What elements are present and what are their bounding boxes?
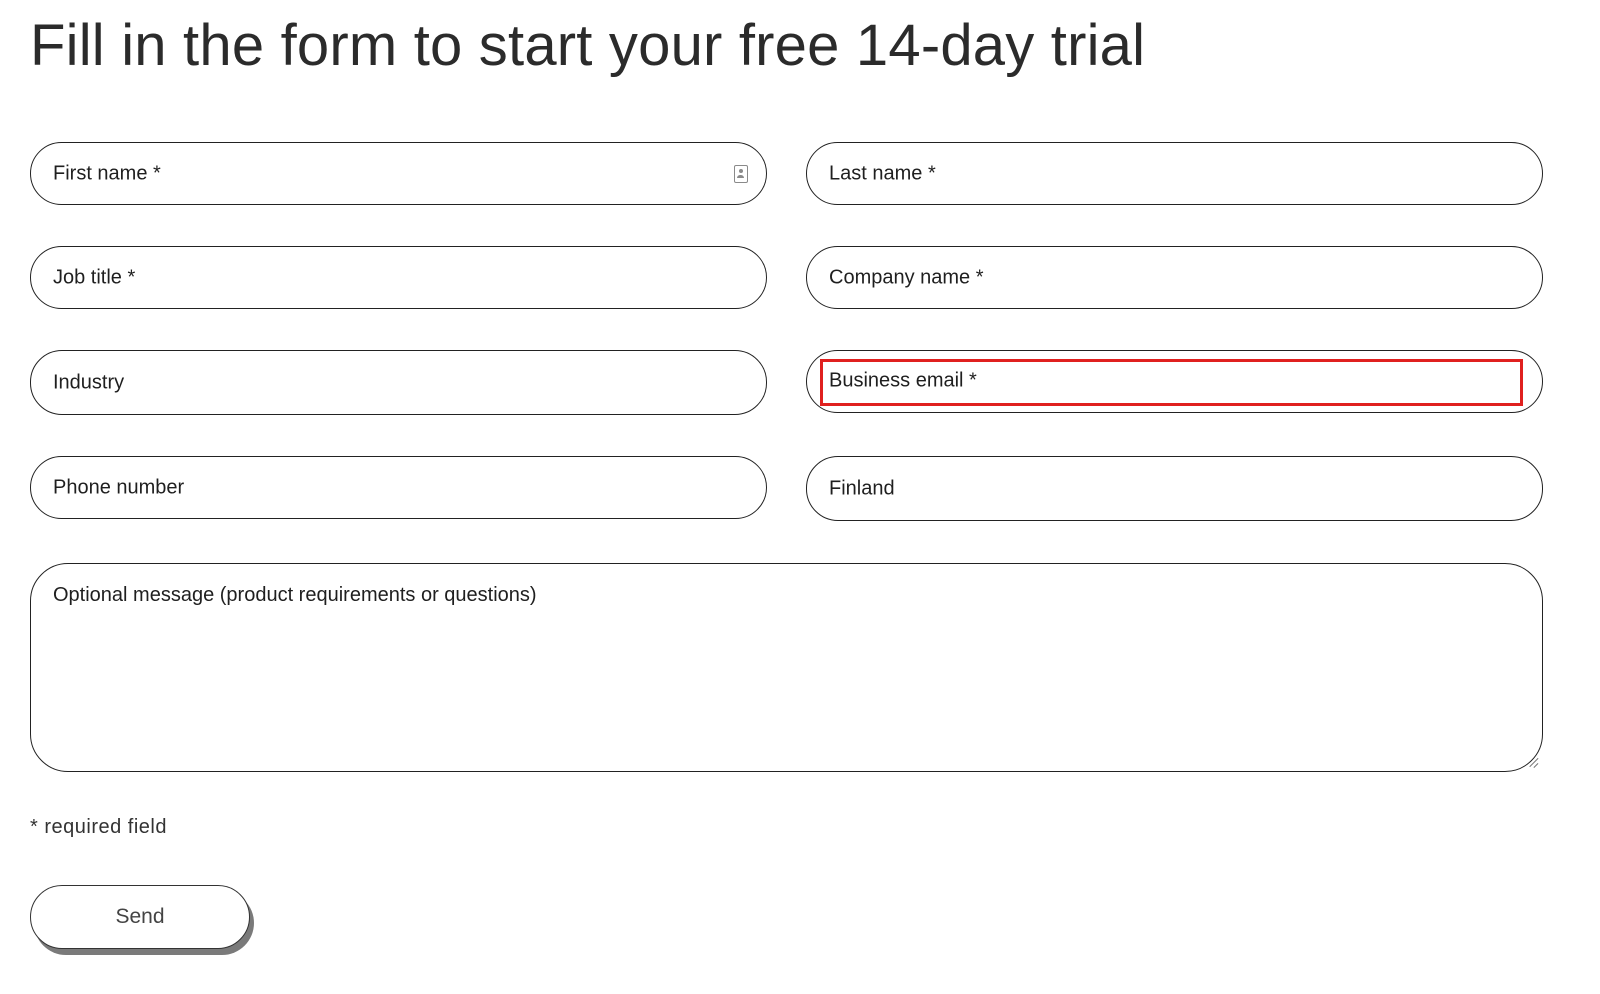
message-textarea[interactable]: Optional message (product requirements o…: [30, 563, 1543, 772]
job-title-field[interactable]: Job title *: [30, 246, 767, 309]
first-name-placeholder: First name *: [53, 162, 161, 184]
message-placeholder: Optional message (product requirements o…: [53, 584, 537, 606]
company-name-placeholder: Company name *: [829, 266, 984, 288]
country-value: Finland: [829, 477, 895, 499]
industry-placeholder: Industry: [53, 371, 125, 393]
send-button[interactable]: Send: [30, 885, 250, 949]
company-name-field[interactable]: Company name *: [806, 246, 1543, 309]
first-name-field[interactable]: First name *: [30, 142, 767, 205]
resize-handle-icon[interactable]: [1528, 757, 1538, 767]
business-email-field[interactable]: Business email *: [806, 350, 1543, 413]
page-title: Fill in the form to start your free 14-d…: [30, 13, 1146, 78]
last-name-placeholder: Last name *: [829, 162, 936, 184]
contact-card-icon[interactable]: [734, 164, 748, 183]
last-name-field[interactable]: Last name *: [806, 142, 1543, 205]
required-field-note: * required field: [30, 816, 167, 838]
phone-number-field[interactable]: Phone number: [30, 456, 767, 519]
industry-select[interactable]: Industry: [30, 350, 767, 415]
business-email-placeholder: Business email *: [829, 369, 977, 392]
phone-number-placeholder: Phone number: [53, 476, 185, 498]
job-title-placeholder: Job title *: [53, 266, 136, 288]
country-select[interactable]: Finland: [806, 456, 1543, 521]
